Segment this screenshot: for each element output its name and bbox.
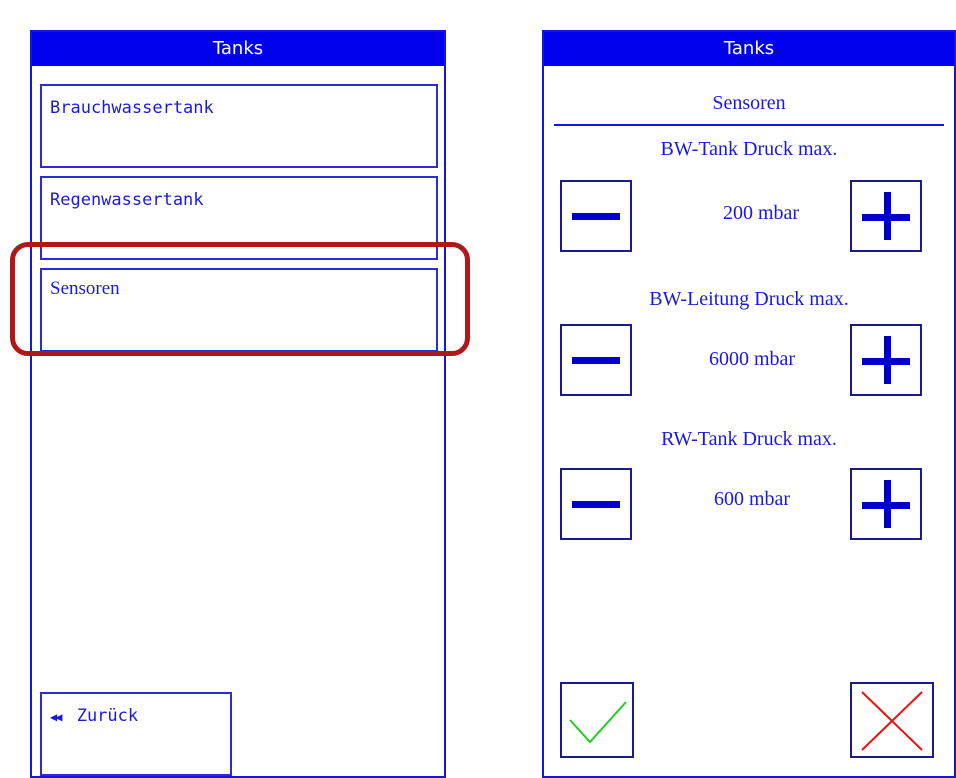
setting-value: 6000 mbar <box>708 348 796 370</box>
close-icon <box>861 691 923 751</box>
tanks-menu-panel: Tanks Brauchwassertank Regenwassertank S… <box>30 30 446 778</box>
setting-label-bw-tank: BW-Tank Druck max. <box>660 138 838 160</box>
menu-item-brauchwassertank[interactable]: Brauchwassertank <box>40 84 438 168</box>
sensoren-settings-panel: Tanks Sensoren BW-Tank Druck max. 200 mb… <box>542 30 956 778</box>
page-subtitle: Sensoren <box>712 92 786 114</box>
panel-title: Tanks <box>544 32 954 66</box>
selection-highlight <box>10 242 470 356</box>
check-icon <box>569 701 627 744</box>
increase-button[interactable] <box>850 468 922 540</box>
increase-button[interactable] <box>850 324 922 396</box>
confirm-button[interactable] <box>560 682 634 758</box>
minus-icon <box>572 501 620 508</box>
setting-value: 600 mbar <box>713 488 791 510</box>
increase-button[interactable] <box>850 180 922 252</box>
minus-icon <box>572 213 620 220</box>
setting-label-bw-leitung: BW-Leitung Druck max. <box>649 288 849 310</box>
setting-value: 200 mbar <box>722 202 800 224</box>
decrease-button[interactable] <box>560 468 632 540</box>
panel-title: Tanks <box>32 32 444 66</box>
back-button[interactable]: ◀◀ Zurück <box>40 692 232 776</box>
menu-item-label: Regenwassertank <box>50 190 204 210</box>
decrease-button[interactable] <box>560 324 632 396</box>
cancel-button[interactable] <box>850 682 934 758</box>
minus-icon <box>572 357 620 364</box>
setting-label-rw-tank: RW-Tank Druck max. <box>661 428 837 450</box>
double-left-arrow-icon: ◀◀ <box>50 710 63 724</box>
subtitle-underline <box>554 124 944 126</box>
menu-item-label: Brauchwassertank <box>50 98 214 118</box>
decrease-button[interactable] <box>560 180 632 252</box>
back-button-label: ◀◀ Zurück <box>50 706 139 726</box>
